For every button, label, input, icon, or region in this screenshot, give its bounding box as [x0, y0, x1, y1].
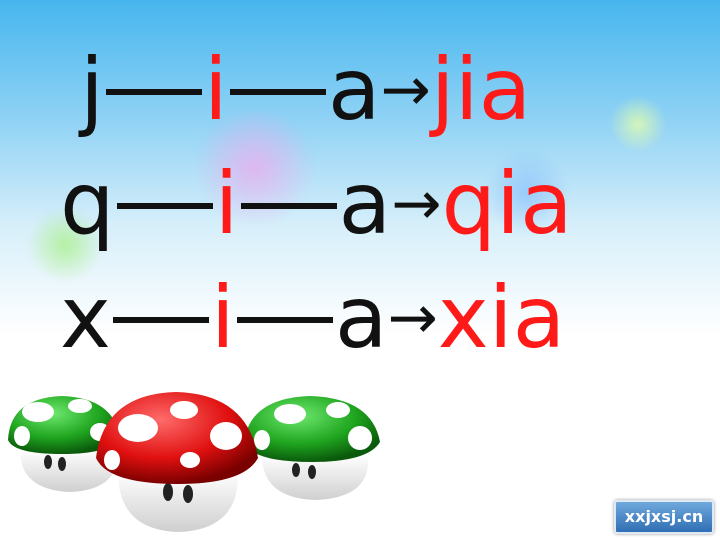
final-letter: a	[327, 40, 381, 140]
final-letter: a	[338, 154, 392, 254]
medial-letter: i	[214, 154, 239, 254]
result-syllable: qia	[441, 154, 573, 254]
result-syllable: jia	[430, 40, 532, 140]
final-letter: a	[334, 268, 388, 368]
red-mushroom	[96, 392, 258, 532]
initial-letter: x	[60, 268, 111, 368]
dash-separator	[240, 202, 337, 209]
green-mushroom-right	[244, 396, 380, 500]
arrow-icon: →	[380, 54, 431, 125]
arrow-icon: →	[391, 168, 442, 239]
arrow-icon: →	[387, 282, 438, 353]
bokeh-circle-lime	[610, 96, 666, 152]
watermark-logo: xxjxsj.cn	[614, 500, 714, 534]
medial-letter: i	[203, 40, 228, 140]
pinyin-row-xia: x i a→xia	[60, 270, 565, 366]
initial-letter: j	[80, 40, 104, 140]
initial-letter: q	[60, 154, 115, 254]
dash-separator	[116, 202, 213, 209]
result-syllable: xia	[437, 268, 566, 368]
mushrooms-illustration	[8, 392, 380, 532]
medial-letter: i	[210, 268, 235, 368]
pinyin-row-jia: j i a→jia	[80, 42, 531, 138]
dash-separator	[105, 88, 202, 95]
dash-separator	[236, 316, 333, 323]
dash-separator	[112, 316, 209, 323]
dash-separator	[229, 88, 326, 95]
pinyin-row-qia: q i a→qia	[60, 156, 573, 252]
